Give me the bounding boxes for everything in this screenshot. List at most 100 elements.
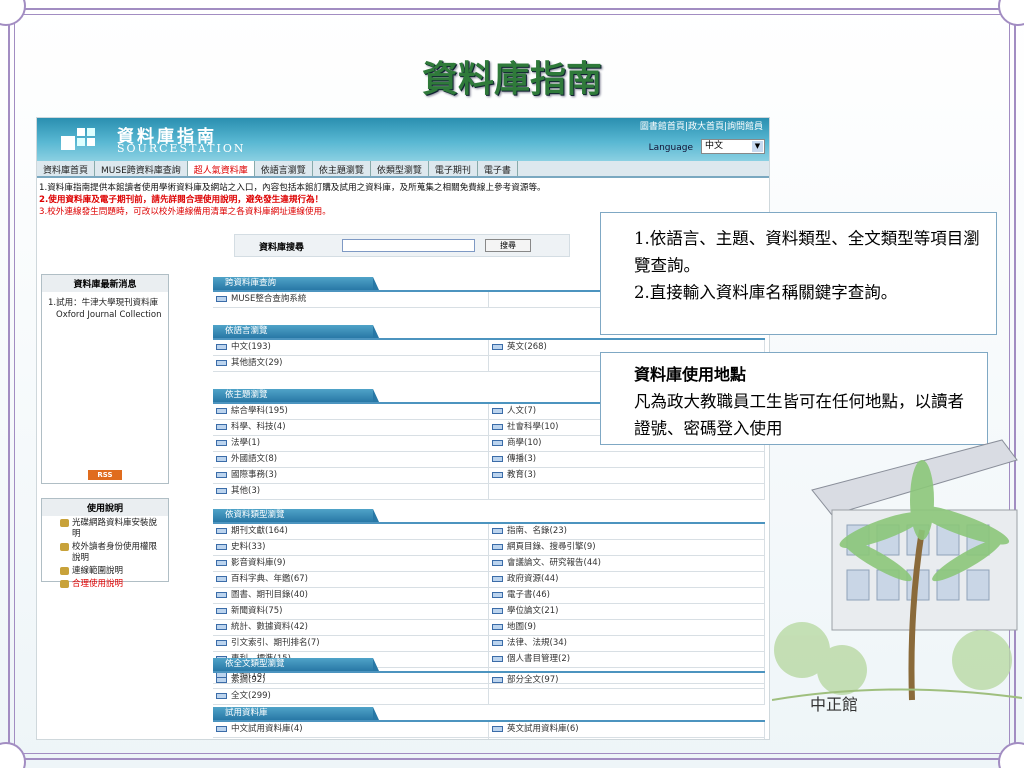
notice-2[interactable]: 2.使用資料庫及電子期刊前，請先詳閱合理使用說明，避免發生違規行為！ — [39, 194, 767, 206]
folder-icon — [492, 591, 503, 598]
category-link[interactable]: 英文試用資料庫(6) — [489, 722, 765, 738]
folder-icon — [216, 591, 227, 598]
category-link[interactable]: 部分全文(97) — [489, 673, 765, 689]
category-link[interactable]: 政府資源(44) — [489, 572, 765, 588]
category-link[interactable]: 中文試用資料庫(4) — [213, 722, 489, 738]
category-link[interactable]: 網頁目錄、搜尋引擎(9) — [489, 540, 765, 556]
folder-icon — [216, 607, 227, 614]
nav-item[interactable]: 依語言瀏覽 — [255, 161, 313, 176]
category-link[interactable]: 圖書、期刊目錄(40) — [213, 588, 489, 604]
rss-button[interactable]: RSS — [88, 470, 122, 480]
section-title: 依主題瀏覽 — [213, 389, 379, 402]
nav-item[interactable]: 資料庫首頁 — [37, 161, 96, 176]
category-label: 索摘(92) — [231, 675, 266, 685]
folder-icon — [492, 543, 503, 550]
category-link[interactable]: 會議論文、研究報告(44) — [489, 556, 765, 572]
nav-item[interactable]: 電子書 — [478, 161, 518, 176]
category-link[interactable]: 其他語文(29) — [213, 356, 489, 372]
category-label: 人文(7) — [507, 406, 537, 416]
category-link[interactable]: 法學(1) — [213, 436, 489, 452]
usage-item-label: 光碟網路資料庫安裝說明 — [72, 518, 158, 539]
category-link[interactable]: 科學、科技(4) — [213, 420, 489, 436]
usage-item[interactable]: 光碟網路資料庫安裝說明 — [42, 516, 168, 540]
category-link — [489, 484, 765, 500]
category-link[interactable]: 統計、數據資料(42) — [213, 620, 489, 636]
category-link[interactable]: 綜合學科(195) — [213, 404, 489, 420]
usage-item[interactable]: 合理使用說明 — [42, 577, 168, 590]
category-link[interactable]: 百科字典、年鑑(67) — [213, 572, 489, 588]
category-link[interactable]: MUSE整合查詢系統 — [213, 292, 489, 308]
nav-item[interactable]: MUSE跨資料庫查詢 — [95, 161, 188, 176]
nav-item[interactable]: 依類型瀏覽 — [371, 161, 429, 176]
category-link[interactable]: 新聞資料(75) — [213, 604, 489, 620]
category-link[interactable]: 法律、法規(34) — [489, 636, 765, 652]
folder-icon — [216, 623, 227, 630]
nav-item[interactable]: 依主題瀏覽 — [313, 161, 371, 176]
category-link[interactable]: 中文(193) — [213, 340, 489, 356]
book-icon — [60, 580, 69, 588]
news-item[interactable]: 1.試用：牛津大學現刊資料庫Oxford Journal Collection — [42, 292, 168, 321]
category-link[interactable]: 教育(3) — [489, 468, 765, 484]
category-link[interactable]: 史料(33) — [213, 540, 489, 556]
category-link[interactable]: 電子書(46) — [489, 588, 765, 604]
category-label: 期刊文獻(164) — [231, 526, 288, 536]
section-title: 跨資料庫查詢 — [213, 277, 379, 290]
nav-item[interactable]: 電子期刊 — [429, 161, 478, 176]
category-link[interactable]: 影音資料庫(9) — [213, 556, 489, 572]
top-links[interactable]: 圖書館首頁|政大首頁|詢問館員 — [640, 119, 763, 132]
category-link[interactable]: 指南、名錄(23) — [489, 524, 765, 540]
category-link[interactable]: 期刊文獻(164) — [213, 524, 489, 540]
folder-icon — [492, 607, 503, 614]
folder-icon — [492, 527, 503, 534]
folder-icon — [216, 487, 227, 494]
category-label: 商學(10) — [507, 438, 542, 448]
folder-icon — [216, 439, 227, 446]
category-label: 學位論文(21) — [507, 606, 559, 616]
category-label: 網頁目錄、搜尋引擎(9) — [507, 542, 596, 552]
category-label: MUSE整合查詢系統 — [231, 294, 307, 304]
search-button[interactable]: 搜尋 — [485, 239, 531, 252]
category-label: 統計、數據資料(42) — [231, 622, 308, 632]
category-link[interactable]: 引文索引、期刊排名(7) — [213, 636, 489, 652]
category-link[interactable]: 其他(3) — [213, 484, 489, 500]
category-link[interactable]: 外國語文(8) — [213, 452, 489, 468]
folder-icon — [492, 423, 503, 430]
news-box: 資料庫最新消息 1.試用：牛津大學現刊資料庫Oxford Journal Col… — [41, 274, 169, 484]
language-value: 中文 — [705, 141, 724, 151]
nav-item[interactable]: 超人氣資料庫 — [187, 161, 255, 176]
category-label: 法學(1) — [231, 438, 261, 448]
category-label: 影音資料庫(9) — [231, 558, 286, 568]
search-label: 資料庫搜尋 — [259, 243, 305, 253]
category-label: 引文索引、期刊排名(7) — [231, 638, 320, 648]
folder-icon — [216, 407, 227, 414]
section-title: 試用資料庫 — [213, 707, 379, 720]
language-select[interactable]: 中文 ▼ — [701, 139, 765, 154]
folder-icon — [216, 559, 227, 566]
category-label: 科學、科技(4) — [231, 422, 286, 432]
category-link[interactable]: 索摘(92) — [213, 673, 489, 689]
nav-bar: 資料庫首頁 MUSE跨資料庫查詢 超人氣資料庫 依語言瀏覽 依主題瀏覽 依類型瀏覽 電子期刊… — [37, 161, 769, 178]
usage-item-label: 校外讀者身份使用權限說明 — [72, 542, 158, 563]
category-label: 社會科學(10) — [507, 422, 559, 432]
usage-item[interactable]: 校外讀者身份使用權限說明 — [42, 540, 168, 564]
category-link[interactable]: 資料庫試用調查表 — [489, 738, 765, 739]
chevron-down-icon[interactable]: ▼ — [752, 141, 763, 152]
usage-item[interactable]: 連線範圍說明 — [42, 564, 168, 577]
category-link[interactable]: 國際事務(3) — [213, 468, 489, 484]
category-label: 其他語文(29) — [231, 358, 283, 368]
browse-section: 試用資料庫中文試用資料庫(4) 英文試用資料庫(6) 其他語文試用資料庫(0)資料庫… — [213, 700, 765, 739]
category-label: 傳播(3) — [507, 454, 537, 464]
category-label: 教育(3) — [507, 470, 537, 480]
book-icon — [60, 543, 69, 551]
category-link[interactable]: 學位論文(21) — [489, 604, 765, 620]
category-link[interactable]: 其他語文試用資料庫(0) — [213, 738, 489, 739]
search-input[interactable] — [342, 239, 475, 252]
usage-list: 光碟網路資料庫安裝說明 校外讀者身份使用權限說明 連線範圍說明 合理使用說明 — [42, 516, 168, 590]
folder-icon — [492, 676, 503, 683]
category-link[interactable]: 傳播(3) — [489, 452, 765, 468]
folder-icon — [492, 471, 503, 478]
folder-icon — [216, 527, 227, 534]
category-link[interactable]: 地圖(9) — [489, 620, 765, 636]
section-grid: 中文試用資料庫(4) 英文試用資料庫(6) 其他語文試用資料庫(0)資料庫試用調查表 — [213, 720, 765, 739]
usage-title: 使用說明 — [42, 499, 168, 516]
